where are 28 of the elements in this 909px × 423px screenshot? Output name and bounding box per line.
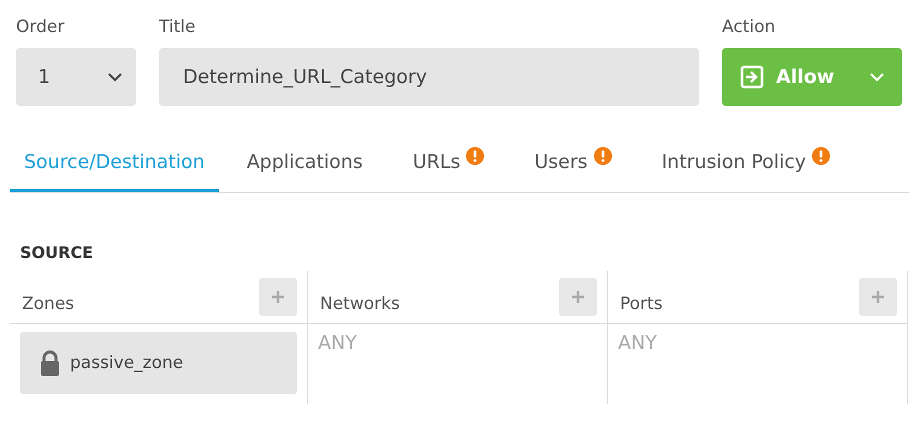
plus-icon [871,290,885,304]
column-heading: Zones [22,294,74,314]
tab[interactable]: Intrusion Policy [648,134,844,192]
add-button[interactable] [259,278,297,316]
plus-icon [571,290,585,304]
add-button[interactable] [559,278,597,316]
any-placeholder: ANY [318,332,357,354]
action-label: Action [722,16,776,39]
zone-name: passive_zone [70,353,184,373]
section-title: SOURCE [19,242,94,264]
entry-field[interactable]: passive_zone [10,324,307,404]
tab[interactable]: URLs [398,134,498,192]
tab[interactable]: Applications [232,134,377,192]
title-field[interactable]: Determine_URL_Category [159,48,699,106]
lock-icon [40,350,60,376]
title-label: Title [159,16,196,39]
plus-icon [271,290,285,304]
order-label: Order [16,16,66,39]
zone-chip[interactable]: passive_zone [20,332,297,394]
tab[interactable]: Users [520,134,626,192]
order-select[interactable]: 1 [16,48,136,106]
column-heading: Networks [320,294,400,314]
add-button[interactable] [859,278,897,316]
chevron-down-icon [870,72,884,82]
any-placeholder: ANY [618,332,657,354]
enter-icon [740,65,764,89]
column-heading: Ports [620,294,663,314]
chevron-down-icon [108,72,122,82]
